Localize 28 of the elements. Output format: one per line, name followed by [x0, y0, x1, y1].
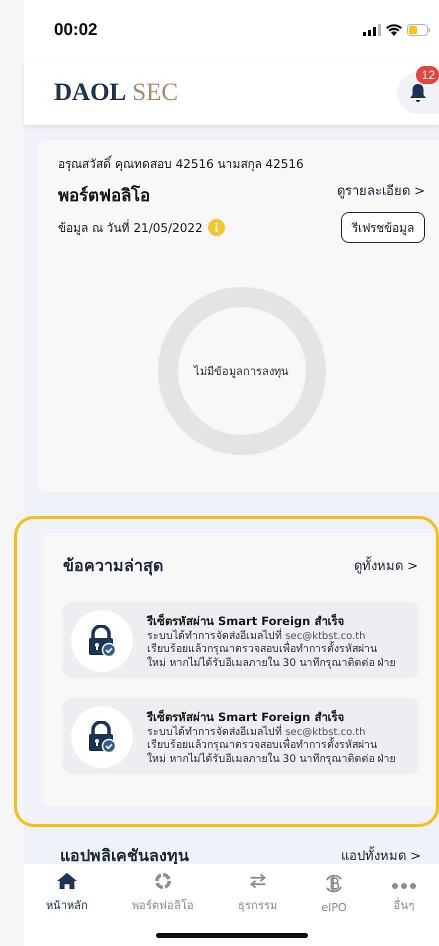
details-link[interactable]: ดูรายละเอียด > [336, 180, 425, 201]
wifi-icon [386, 24, 402, 36]
section-title: ข้อความล่าสุด [63, 555, 163, 578]
refresh-button[interactable]: รีเฟรชข้อมูล [341, 212, 425, 243]
status-time: 00:02 [54, 20, 98, 40]
info-icon [208, 219, 225, 236]
lock-check-icon [88, 721, 116, 753]
empty-state-text: ไม่มีข้อมูลการลงทุน [194, 364, 289, 380]
section-title: แอปพลิเคชันลงทุน [60, 845, 189, 867]
message-item[interactable]: รีเซ็ตรหัสผ่าน Smart Foreign สำเร็จ ระบบได้ทำการจัดส่งอีเมลไปที่ sec@ktbst.co.th เรียบร้อยแล้วกรุณาตรวจสอบเพื่อทำการตั้งรหัสผ่าน ใหม่ หากไม่ได้รับอีเมลภายใน 30 นาทีกรุณาติดต่อ ฝ่าย [63, 698, 418, 774]
view-all-link[interactable]: ดูทั้งหมด > [354, 555, 418, 576]
message-body: ระบบได้ทำการจัดส่งอีเมลไปที่ sec@ktbst.co.th เรียบร้อยแล้วกรุณาตรวจสอบเพื่อทำการตั้งรหัสผ่าน ใหม่ หากไม่ได้รับอีเมลภายใน 30 นาทีกรุณาติดต่อ ฝ่าย [147, 726, 396, 766]
battery-icon [407, 24, 431, 36]
notification-badge: 12 [416, 66, 439, 84]
as-of-date: ข้อมูล ณ วันที่ 21/05/2022 [58, 218, 203, 237]
section-title: พอร์ตฟอลิโอ [58, 184, 150, 208]
bell-icon [409, 82, 427, 102]
nav-tab[interactable]: หน้าหลัก [44, 868, 90, 918]
message-body: ระบบได้ทำการจัดส่งอีเมลไปที่ sec@ktbst.co.th เรียบร้อยแล้วกรุณาตรวจสอบเพื่อทำการตั้งรหัสผ่าน ใหม่ หากไม่ได้รับอีเมลภายใน 30 นาทีกรุณาติดต่อ ฝ่าย [147, 630, 396, 670]
message-title: รีเซ็ตรหัสผ่าน Smart Foreign สำเร็จ [147, 708, 346, 724]
signal-icon [363, 24, 381, 36]
message-title: รีเซ็ตรหัสผ่าน Smart Foreign สำเร็จ [147, 612, 346, 628]
greeting-text: อรุณสวัสดิ์ คุณทดสอบ 42516 นามสกุล 42516 [58, 154, 305, 173]
more-icon [391, 882, 417, 890]
all-apps-link[interactable]: แอปทั้งหมด > [340, 845, 421, 866]
lock-check-icon [88, 625, 116, 657]
app-logo: DAOL SEC [54, 78, 178, 106]
message-item[interactable]: รีเซ็ตรหัสผ่าน Smart Foreign สำเร็จ ระบบได้ทำการจัดส่งอีเมลไปที่ sec@ktbst.co.th เรียบร้อยแล้วกรุณาตรวจสอบเพื่อทำการตั้งรหัสผ่าน ใหม่ หากไม่ได้รับอีเมลภายใน 30 นาทีกรุณาติดต่อ ฝ่าย [63, 602, 418, 678]
